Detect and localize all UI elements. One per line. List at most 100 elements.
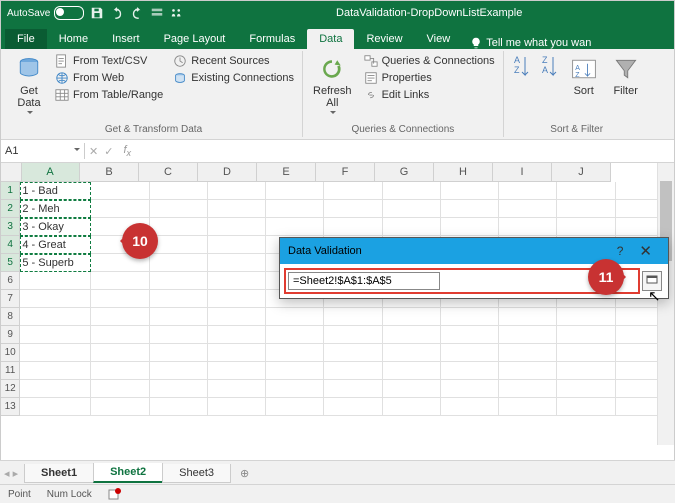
cell[interactable] <box>150 290 208 308</box>
cell[interactable] <box>91 200 149 218</box>
row-header-1[interactable]: 1 <box>1 182 20 200</box>
cell[interactable] <box>557 344 615 362</box>
autosave-toggle[interactable]: AutoSave <box>7 6 84 20</box>
row-header-11[interactable]: 11 <box>1 362 20 380</box>
sort-button[interactable]: AZ Sort <box>566 53 602 99</box>
cell[interactable] <box>441 218 499 236</box>
col-header-c[interactable]: C <box>139 163 198 182</box>
cell[interactable] <box>150 308 208 326</box>
cell[interactable] <box>383 308 441 326</box>
row-header-12[interactable]: 12 <box>1 380 20 398</box>
cell[interactable] <box>499 380 557 398</box>
cell[interactable] <box>441 182 499 200</box>
cell[interactable] <box>441 200 499 218</box>
col-header-f[interactable]: F <box>316 163 375 182</box>
col-header-h[interactable]: H <box>434 163 493 182</box>
cell[interactable] <box>324 326 382 344</box>
cell[interactable]: 2 - Meh <box>20 200 91 218</box>
cell[interactable] <box>266 344 324 362</box>
cell[interactable] <box>499 182 557 200</box>
recent-sources-button[interactable]: Recent Sources <box>171 53 296 69</box>
cell[interactable] <box>150 344 208 362</box>
sheet-tab-2[interactable]: Sheet2 <box>93 463 163 483</box>
cell[interactable]: 1 - Bad <box>20 182 91 200</box>
row-header-7[interactable]: 7 <box>1 290 20 308</box>
cell[interactable] <box>441 362 499 380</box>
cell[interactable] <box>91 182 149 200</box>
cell[interactable] <box>208 182 266 200</box>
cell[interactable] <box>266 362 324 380</box>
edit-links-button[interactable]: Edit Links <box>362 87 497 103</box>
from-text-csv-button[interactable]: From Text/CSV <box>53 53 165 69</box>
row-header-4[interactable]: 4 <box>1 236 20 254</box>
enter-formula-icon[interactable]: ✓ <box>104 145 113 158</box>
cell[interactable] <box>208 362 266 380</box>
col-header-j[interactable]: J <box>552 163 611 182</box>
cell[interactable] <box>91 308 149 326</box>
cell[interactable] <box>20 344 91 362</box>
select-all-corner[interactable] <box>1 163 22 182</box>
col-header-i[interactable]: I <box>493 163 552 182</box>
cell[interactable] <box>441 308 499 326</box>
row-header-2[interactable]: 2 <box>1 200 20 218</box>
tab-data[interactable]: Data <box>307 29 354 49</box>
queries-connections-button[interactable]: Queries & Connections <box>362 53 497 69</box>
cell[interactable] <box>499 200 557 218</box>
validation-source-input[interactable] <box>288 272 440 290</box>
cell[interactable] <box>208 272 266 290</box>
tab-formulas[interactable]: Formulas <box>237 29 307 49</box>
cell[interactable] <box>557 218 615 236</box>
cell[interactable] <box>383 218 441 236</box>
cell[interactable] <box>441 326 499 344</box>
cell[interactable] <box>20 272 91 290</box>
cell[interactable] <box>20 362 91 380</box>
expand-dialog-button[interactable] <box>642 271 662 291</box>
cell[interactable] <box>208 254 266 272</box>
cell[interactable] <box>441 380 499 398</box>
sort-az-button[interactable]: AZ <box>510 53 532 99</box>
cell[interactable] <box>150 380 208 398</box>
cell[interactable] <box>208 380 266 398</box>
cell[interactable] <box>266 326 324 344</box>
row-header-5[interactable]: 5 <box>1 254 20 272</box>
cell[interactable] <box>208 200 266 218</box>
cell[interactable] <box>91 398 149 416</box>
worksheet-grid[interactable]: A B C D E F G H I J 11 - Bad22 - Meh33 -… <box>1 163 674 445</box>
cell[interactable] <box>20 326 91 344</box>
cell[interactable] <box>557 362 615 380</box>
undo-icon[interactable] <box>110 6 124 20</box>
cell[interactable] <box>441 398 499 416</box>
cell[interactable] <box>266 308 324 326</box>
cell[interactable] <box>91 380 149 398</box>
cell[interactable] <box>324 380 382 398</box>
add-sheet-button[interactable]: ⊕ <box>230 464 259 483</box>
vertical-scrollbar[interactable] <box>657 163 674 445</box>
dialog-close-button[interactable]: ✕ <box>631 242 660 260</box>
cell[interactable]: 3 - Okay <box>20 218 91 236</box>
cell[interactable] <box>324 398 382 416</box>
cell[interactable] <box>557 326 615 344</box>
cell[interactable] <box>557 398 615 416</box>
cell[interactable] <box>324 362 382 380</box>
cell[interactable] <box>20 290 91 308</box>
cell[interactable] <box>266 200 324 218</box>
quick-access-icon[interactable] <box>150 6 164 20</box>
cell[interactable] <box>383 398 441 416</box>
tab-file[interactable]: File <box>5 29 47 49</box>
col-header-a[interactable]: A <box>21 163 80 182</box>
cell[interactable] <box>150 200 208 218</box>
get-data-button[interactable]: Get Data <box>11 53 47 119</box>
cell[interactable] <box>324 200 382 218</box>
cell[interactable] <box>208 218 266 236</box>
row-header-13[interactable]: 13 <box>1 398 20 416</box>
tab-view[interactable]: View <box>415 29 463 49</box>
cell[interactable] <box>91 326 149 344</box>
cell[interactable] <box>208 326 266 344</box>
insert-function-button[interactable]: fx <box>117 144 137 158</box>
cell[interactable] <box>150 398 208 416</box>
row-header-8[interactable]: 8 <box>1 308 20 326</box>
cell[interactable] <box>266 398 324 416</box>
cell[interactable] <box>208 290 266 308</box>
cell[interactable] <box>266 380 324 398</box>
col-header-e[interactable]: E <box>257 163 316 182</box>
